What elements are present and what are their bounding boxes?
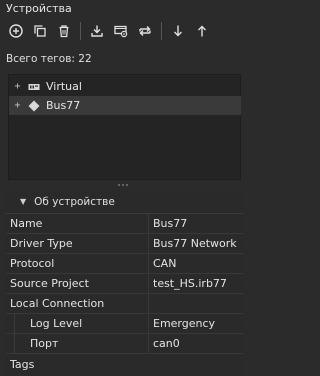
property-key: Protocol — [10, 257, 55, 270]
property-key: Source Project — [10, 277, 89, 290]
panel-title: Устройства — [6, 2, 72, 15]
arrow-up-icon — [198, 25, 206, 37]
indent-guide — [14, 314, 22, 334]
diamond-icon — [28, 100, 40, 112]
property-row-protocol[interactable]: Protocol CAN — [6, 254, 243, 274]
tag-count: Всего тегов: 22 — [6, 53, 92, 65]
device-tree[interactable]: + Virtual + Bus77 — [8, 74, 241, 180]
arrow-down-icon — [174, 25, 182, 37]
swap-icon — [139, 26, 151, 36]
virtual-device-icon — [28, 81, 40, 93]
property-row-port[interactable]: Порт can0 — [6, 334, 243, 354]
delete-button[interactable] — [52, 19, 76, 43]
add-circle-icon — [9, 24, 23, 38]
copy-button[interactable] — [28, 19, 52, 43]
splitter-handle[interactable] — [118, 184, 128, 187]
property-key: Driver Type — [10, 237, 73, 250]
property-value[interactable]: Bus77 Network — [153, 237, 237, 250]
property-value[interactable]: test_HS.irb77 — [153, 277, 227, 290]
property-value[interactable]: can0 — [153, 337, 180, 350]
properties-panel: ▼ Об устройстве Name Bus77 Driver Type B… — [6, 190, 243, 376]
expand-icon[interactable]: + — [13, 100, 22, 111]
toolbar-separator — [80, 22, 81, 40]
section-title: Об устройстве — [34, 195, 115, 208]
property-row-log-level[interactable]: Log Level Emergency — [6, 314, 243, 334]
device-settings-icon — [114, 25, 128, 38]
indent-guide — [14, 334, 22, 354]
tree-item-label: Virtual — [46, 80, 82, 93]
toolbar-separator — [161, 22, 162, 40]
toolbar — [4, 18, 242, 44]
property-row-driver-type[interactable]: Driver Type Bus77 Network — [6, 234, 243, 254]
section-header[interactable]: ▼ Об устройстве — [6, 190, 243, 214]
property-key: Log Level — [30, 317, 83, 330]
move-up-button[interactable] — [190, 19, 214, 43]
property-row-tags[interactable]: Tags — [6, 354, 243, 374]
tree-item-virtual[interactable]: + Virtual — [9, 77, 241, 96]
import-button[interactable] — [85, 19, 109, 43]
property-group-local-connection[interactable]: Local Connection — [6, 294, 243, 314]
property-value[interactable]: CAN — [153, 257, 176, 270]
property-key: Tags — [10, 357, 35, 371]
tree-item-label: Bus77 — [46, 99, 81, 112]
property-key: Порт — [30, 337, 59, 350]
device-settings-button[interactable] — [109, 19, 133, 43]
property-value[interactable]: Emergency — [153, 317, 215, 330]
property-key: Local Connection — [10, 297, 105, 310]
property-row-name[interactable]: Name Bus77 — [6, 214, 243, 234]
trash-icon — [59, 25, 69, 38]
swap-button[interactable] — [133, 19, 157, 43]
property-key: Name — [10, 217, 43, 230]
tree-item-bus77[interactable]: + Bus77 — [9, 96, 241, 115]
import-icon — [91, 25, 103, 37]
move-down-button[interactable] — [166, 19, 190, 43]
property-row-source-project[interactable]: Source Project test_HS.irb77 — [6, 274, 243, 294]
add-button[interactable] — [4, 19, 28, 43]
copy-icon — [34, 25, 46, 37]
collapse-arrow-icon[interactable]: ▼ — [20, 197, 26, 206]
expand-icon[interactable]: + — [13, 81, 22, 92]
property-value[interactable]: Bus77 — [153, 217, 187, 230]
